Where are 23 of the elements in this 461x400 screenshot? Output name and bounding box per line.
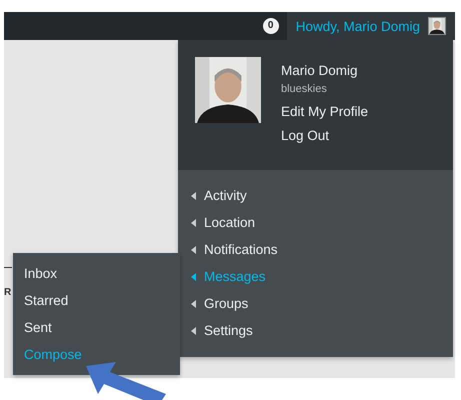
caret-icon (191, 300, 196, 308)
submenu-item[interactable]: Sent (13, 314, 52, 341)
caret-icon (191, 246, 196, 254)
menu-item[interactable]: Settings (178, 317, 453, 344)
caret-icon (191, 218, 196, 226)
submenu-item[interactable]: Inbox (13, 260, 58, 287)
notification-count[interactable]: 0 (262, 18, 279, 34)
menu-item[interactable]: Activity (178, 182, 453, 209)
menu-link[interactable]: Log Out (281, 128, 368, 143)
username: blueskies (281, 83, 328, 95)
caret-icon (191, 326, 196, 334)
menu-item[interactable]: Notifications (178, 236, 453, 263)
account-link[interactable]: Howdy, Mario Domig (286, 12, 455, 40)
menu-item[interactable]: Location (178, 209, 453, 236)
menu-link[interactable]: Edit My Profile (281, 104, 368, 119)
heading-text: R (4, 287, 12, 298)
menu-item[interactable]: Messages (178, 263, 453, 290)
submenu-item[interactable]: Compose (13, 341, 82, 368)
caret-icon (191, 272, 196, 280)
submenu-item[interactable]: Starred (13, 287, 68, 314)
menu-item[interactable]: Groups (178, 290, 453, 317)
display-name: Mario Domig (281, 63, 359, 78)
caret-icon (191, 192, 196, 200)
